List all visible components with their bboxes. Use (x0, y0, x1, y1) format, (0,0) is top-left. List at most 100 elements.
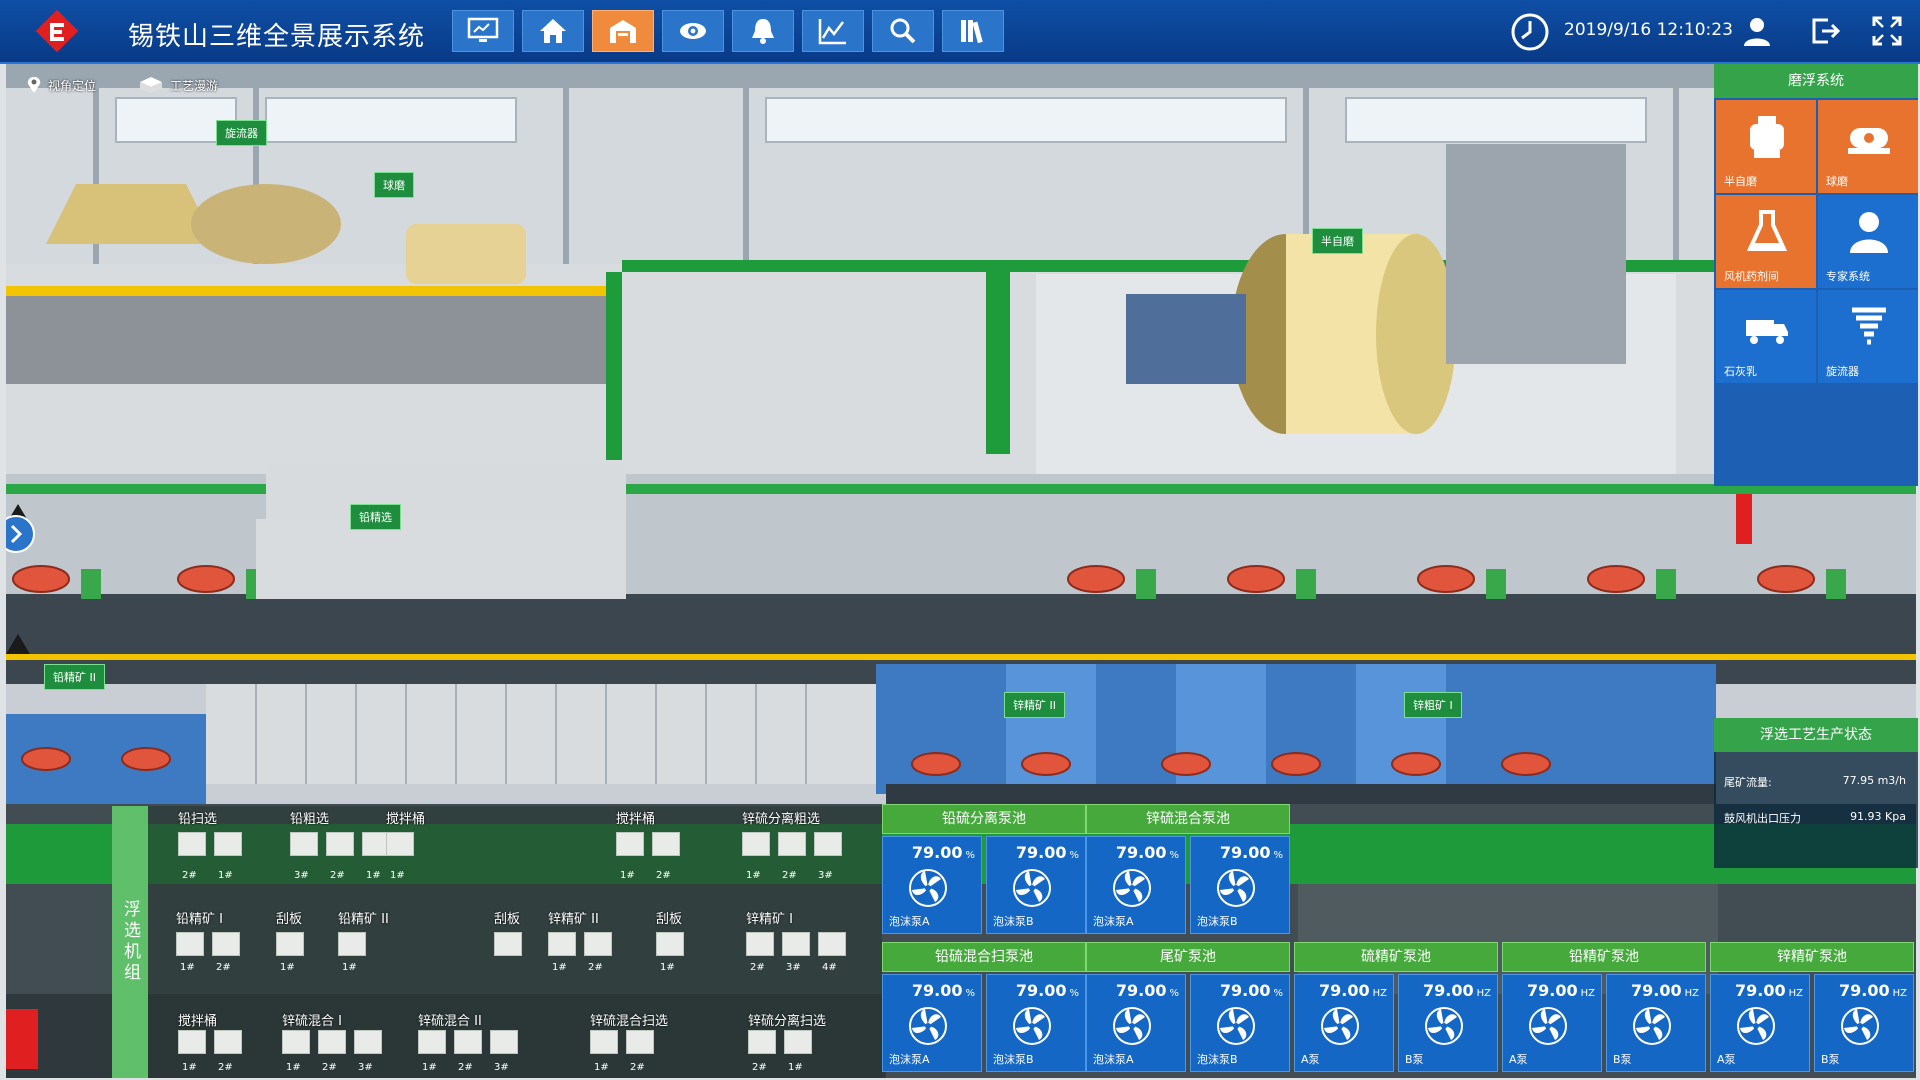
pump-cell[interactable]: 79.00% 泡沫泵B (1190, 974, 1290, 1072)
pump-cell[interactable]: 79.00% 泡沫泵B (1190, 836, 1290, 934)
pump-cell[interactable]: 79.00 HZ A泵 (1710, 974, 1810, 1072)
flotation-cell-box[interactable] (318, 1030, 346, 1054)
flotation-cell-box[interactable] (354, 1030, 382, 1054)
unit-group-label: 铅粗选 (290, 812, 330, 827)
flotation-cell-box[interactable] (214, 832, 242, 856)
flotation-cell-box[interactable] (276, 932, 304, 956)
flotation-cell-box[interactable] (782, 932, 810, 956)
logout-icon[interactable] (1808, 14, 1842, 48)
flotation-cell-number: 2# (216, 962, 231, 973)
nav-monitor-button[interactable] (452, 10, 514, 52)
flotation-cell-box[interactable] (214, 1030, 242, 1054)
pump-name: 泡沫泵A (1093, 1053, 1134, 1066)
pump-value: 79.00 HZ (1839, 981, 1907, 1000)
user-icon[interactable] (1740, 14, 1774, 48)
tile-expert-system[interactable]: 专家系统 (1818, 195, 1918, 288)
pump-name: A泵 (1717, 1053, 1736, 1066)
view-locate-tool[interactable]: 视角定位 (26, 76, 96, 94)
pump-cell[interactable]: 79.00% 泡沫泵B (986, 974, 1086, 1072)
flotation-cell-number: 1# (746, 870, 761, 881)
pump-fan-icon (1013, 869, 1051, 907)
flotation-cell-number: 3# (294, 870, 309, 881)
tile-blower-reagent-label: 风机药剂间 (1724, 270, 1779, 283)
flotation-cell-box[interactable] (386, 832, 414, 856)
tile-semi-mill-label: 半自磨 (1724, 175, 1757, 188)
flotation-cell-box[interactable] (748, 1030, 776, 1054)
nav-factory-button[interactable] (592, 10, 654, 52)
pump-cell[interactable]: 79.00% 泡沫泵A (1086, 836, 1186, 934)
scene-tag-zinc-rough-1[interactable]: 锌粗矿 I (1404, 692, 1462, 718)
scene-tag-semi-mill[interactable]: 半自磨 (1312, 228, 1363, 254)
pump-cell[interactable]: 79.00 HZ B泵 (1606, 974, 1706, 1072)
nav-trend-button[interactable] (802, 10, 864, 52)
unit-group-label: 锌精矿 I (746, 912, 793, 927)
tile-blower-reagent[interactable]: 风机药剂间 (1716, 195, 1816, 288)
tile-semi-mill[interactable]: 半自磨 (1716, 100, 1816, 193)
flotation-cell-box[interactable] (326, 832, 354, 856)
pump-cell[interactable]: 79.00 HZ B泵 (1814, 974, 1914, 1072)
flotation-cell-box[interactable] (778, 832, 806, 856)
flotation-cell-box[interactable] (814, 832, 842, 856)
line-chart-icon (818, 19, 846, 45)
clock-icon (1511, 13, 1549, 51)
pump-cell[interactable]: 79.00% 泡沫泵A (1086, 974, 1186, 1072)
pump-cell[interactable]: 79.00% 泡沫泵B (986, 836, 1086, 934)
pump-cell[interactable]: 79.00 HZ B泵 (1398, 974, 1498, 1072)
scene-tag-cyclone[interactable]: 旋流器 (216, 120, 267, 146)
mill-panel-title: 磨浮系统 (1714, 64, 1918, 98)
pump-group-title: 铅硫混合扫泵池 (882, 942, 1086, 972)
flotation-cell-box[interactable] (418, 1030, 446, 1054)
pump-value-unit: % (1273, 850, 1283, 861)
flotation-cell-box[interactable] (590, 1030, 618, 1054)
flotation-cell-box[interactable] (282, 1030, 310, 1054)
nav-alarm-button[interactable] (732, 10, 794, 52)
scene-tag-lead-conc-2[interactable]: 铅精矿 II (44, 664, 105, 690)
process-tour-tool[interactable]: 工艺漫游 (138, 76, 218, 94)
pump-value: 79.00 HZ (1527, 981, 1595, 1000)
pump-fan-icon (909, 1007, 947, 1045)
tile-cyclone[interactable]: 旋流器 (1818, 290, 1918, 383)
nav-docs-button[interactable] (942, 10, 1004, 52)
flotation-cell-box[interactable] (742, 832, 770, 856)
view-locate-label: 视角定位 (48, 78, 97, 93)
flotation-cell-box[interactable] (656, 932, 684, 956)
pump-value: 79.00% (1016, 981, 1079, 1000)
flotation-cell-box[interactable] (818, 932, 846, 956)
flotation-cell-box[interactable] (652, 832, 680, 856)
flotation-cell-box[interactable] (290, 832, 318, 856)
flotation-cell-box[interactable] (494, 932, 522, 956)
datetime: 2019/9/16 12:10:23 (1564, 20, 1733, 40)
flotation-cell-box[interactable] (626, 1030, 654, 1054)
flotation-cell-box[interactable] (178, 1030, 206, 1054)
flotation-cell-box[interactable] (454, 1030, 482, 1054)
flotation-cell-box[interactable] (338, 932, 366, 956)
pump-cell[interactable]: 79.00% 泡沫泵A (882, 974, 982, 1072)
scene-tag-zinc-conc-2[interactable]: 锌精矿 II (1004, 692, 1065, 718)
flotation-status-panel: 浮选工艺生产状态 尾矿流量: 77.95 m3/h 鼓风机出口压力 91.93 … (1714, 718, 1918, 868)
pump-value-number: 79.00 (1735, 981, 1786, 1000)
fullscreen-icon[interactable] (1870, 14, 1904, 48)
factory-icon (610, 20, 636, 43)
flotation-cell-box[interactable] (176, 932, 204, 956)
tile-ball-mill[interactable]: 球磨 (1818, 100, 1918, 193)
flotation-cell-box[interactable] (584, 932, 612, 956)
flotation-cell-box[interactable] (548, 932, 576, 956)
pump-cell[interactable]: 79.00 HZ A泵 (1294, 974, 1394, 1072)
pump-name: 泡沫泵B (993, 1053, 1034, 1066)
flotation-cell-number: 1# (620, 870, 635, 881)
nav-home-button[interactable] (522, 10, 584, 52)
flotation-cell-box[interactable] (212, 932, 240, 956)
flotation-cell-box[interactable] (178, 832, 206, 856)
flotation-cell-box[interactable] (784, 1030, 812, 1054)
scene-tag-ball-mill[interactable]: 球磨 (374, 172, 414, 198)
nav-search-button[interactable] (872, 10, 934, 52)
pump-cell[interactable]: 79.00 HZ A泵 (1502, 974, 1602, 1072)
tile-lime-milk[interactable]: 石灰乳 (1716, 290, 1816, 383)
cyclone-icon (1852, 307, 1886, 345)
flotation-cell-box[interactable] (490, 1030, 518, 1054)
nav-eye-button[interactable] (662, 10, 724, 52)
flotation-cell-box[interactable] (746, 932, 774, 956)
flotation-cell-box[interactable] (616, 832, 644, 856)
scene-tag-lead-clean[interactable]: 铅精选 (350, 504, 401, 530)
pump-cell[interactable]: 79.00% 泡沫泵A (882, 836, 982, 934)
